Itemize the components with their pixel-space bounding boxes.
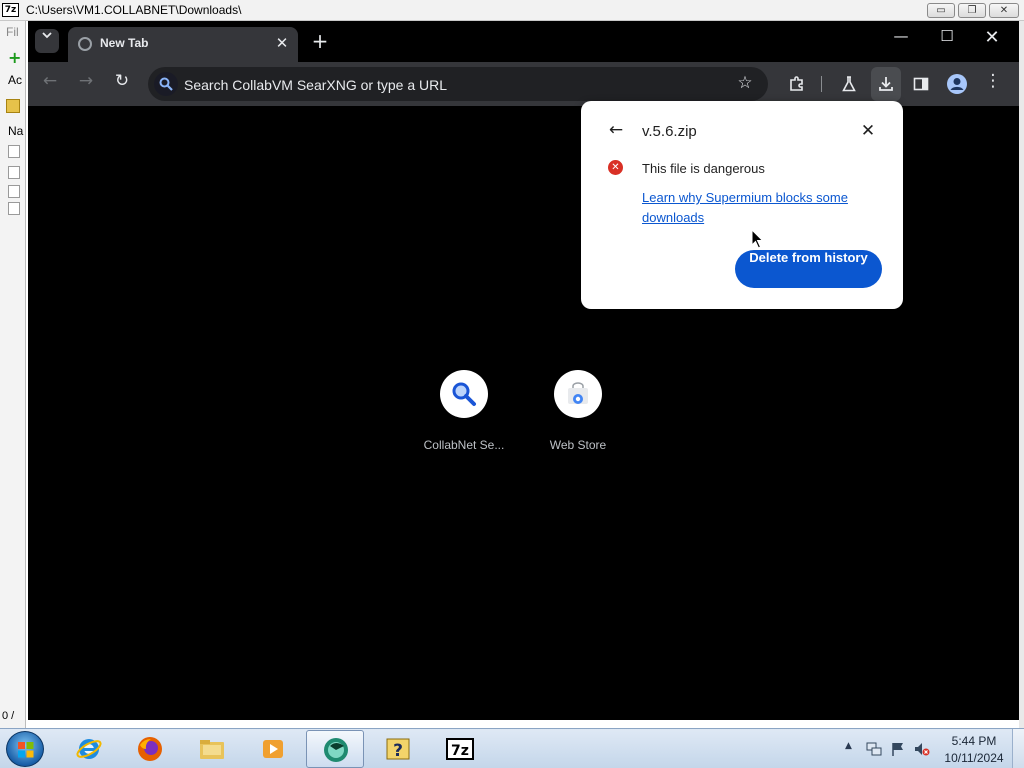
side-panel-button[interactable] [908,71,934,97]
new-tab-button[interactable]: + [308,29,332,53]
network-icon[interactable] [866,741,882,757]
clock-time[interactable]: 5:44 PM [940,734,1008,748]
menu-button[interactable]: ⋮ [980,71,1006,97]
maximize-button[interactable]: ☐ [931,27,963,53]
tab-strip: New Tab ✕ + — ☐ ✕ [28,21,1019,62]
file-icon [8,166,20,179]
file-icon [8,202,20,215]
back-button[interactable]: ← [37,71,63,97]
file-manager-left-edge: Fil + Ac Na 0 / [0,21,26,730]
close-button[interactable]: ✕ [976,27,1008,53]
toolbar-separator [821,76,822,92]
taskbar-windows-media-player[interactable] [244,730,302,768]
file-icon [8,185,20,198]
browser-window: New Tab ✕ + — ☐ ✕ ← → ↻ Search CollabVM … [28,21,1019,720]
shortcut-tile-collabnet[interactable]: CollabNet Se... [414,370,514,452]
windows-flag-icon [18,742,34,758]
file-manager-close-button[interactable]: ✕ [989,3,1019,18]
shortcut-label: Web Store [549,438,607,452]
mouse-cursor-icon [751,229,764,249]
error-icon: ✕ [608,160,623,175]
tab-new-tab[interactable]: New Tab ✕ [68,27,298,62]
downloads-button[interactable] [871,67,901,101]
file-manager-titlebar: 7z C:\Users\VM1.COLLABNET\Downloads\ ▭ ❐… [0,0,1024,21]
volume-muted-icon[interactable] [914,741,930,757]
tab-search-button[interactable] [35,29,59,53]
minimize-button[interactable]: — [885,27,917,53]
reload-button[interactable]: ↻ [109,71,135,97]
show-hidden-icons-button[interactable]: ▲ [845,741,852,751]
browser-toolbar: ← → ↻ Search CollabVM SearXNG or type a … [28,62,1019,106]
taskbar-windows-explorer[interactable] [183,730,241,768]
chevron-down-icon [42,32,52,39]
profile-button[interactable] [944,71,970,97]
learn-why-link[interactable]: Learn why Supermium blocks some download… [642,188,862,228]
supermium-icon [324,738,348,762]
file-manager-minimize-button[interactable]: ▭ [927,3,955,18]
action-center-flag-icon[interactable] [890,741,906,757]
tab-close-button[interactable]: ✕ [273,34,291,52]
dialog-close-button[interactable]: ✕ [857,121,879,143]
download-filename: v.5.6.zip [642,123,697,140]
taskbar-firefox[interactable] [121,730,179,768]
taskbar: ? 7z ▲ 5:44 PM 10/11/2024 [0,728,1024,768]
7zip-glyph: 7z [451,743,469,759]
bookmark-star-icon[interactable]: ☆ [734,73,756,95]
start-button[interactable] [6,731,44,767]
shortcut-icon-circle [554,370,602,418]
internet-explorer-icon [76,739,102,759]
avatar-icon [947,74,967,94]
shortcut-label: CollabNet Se... [423,438,505,452]
download-bubble-dialog: ← v.5.6.zip ✕ ✕ This file is dangerous L… [581,101,903,309]
shortcut-icon-circle [440,370,488,418]
web-store-icon [568,382,588,404]
folder-icon [200,740,224,759]
name-column-header[interactable]: Na [8,124,23,138]
status-bar-text: 0 / [2,710,15,722]
7zip-icon: 7z [446,738,474,760]
search-icon [154,72,178,96]
side-panel-icon [913,77,929,91]
taskbar-7zip[interactable]: 7z [431,730,489,768]
labs-button[interactable] [836,71,862,97]
flask-icon [842,76,856,92]
shortcut-tile-web-store[interactable]: Web Store [528,370,628,452]
file-icon [8,145,20,158]
clock-date[interactable]: 10/11/2024 [940,751,1008,765]
address-bar[interactable]: Search CollabVM SearXNG or type a URL ☆ [148,67,768,101]
puzzle-icon [790,76,803,91]
file-manager-restore-button[interactable]: ❐ [958,3,986,18]
file-menu[interactable]: Fil [6,25,19,39]
tab-title: New Tab [100,36,149,50]
file-manager-title: C:\Users\VM1.COLLABNET\Downloads\ [26,3,242,17]
address-bar-placeholder: Search CollabVM SearXNG or type a URL [184,77,447,93]
help-icon: ? [386,738,410,761]
delete-from-history-button[interactable]: Delete from history [735,250,882,288]
taskbar-supermium[interactable] [306,730,364,768]
folder-up-icon[interactable] [6,99,20,113]
show-desktop-button[interactable] [1012,729,1024,768]
taskbar-internet-explorer[interactable] [60,730,118,768]
extensions-button[interactable] [784,71,810,97]
add-button-label[interactable]: Ac [8,73,22,87]
add-icon[interactable]: + [8,50,21,66]
7zip-logo-icon: 7z [2,3,19,17]
back-arrow-icon[interactable]: ← [605,120,627,142]
help-glyph: ? [393,741,403,761]
new-tab-favicon-icon [78,37,92,51]
media-player-icon [263,740,283,758]
firefox-icon [138,737,162,761]
search-icon [452,382,476,406]
danger-warning-text: This file is dangerous [642,161,765,176]
forward-button[interactable]: → [73,71,99,97]
download-icon [879,77,893,91]
taskbar-help[interactable]: ? [369,730,427,768]
file-manager-right-edge [1019,21,1024,730]
